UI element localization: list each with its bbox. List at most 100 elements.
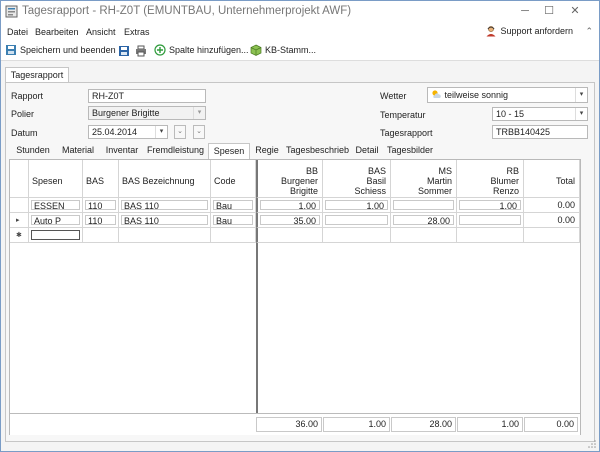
support-agent-icon — [486, 26, 496, 37]
tab-fremdleistung[interactable]: Fremdleistung — [147, 143, 204, 158]
new-row-cell[interactable] — [119, 228, 211, 243]
datum-field[interactable]: 25.04.2014 ▾ — [88, 125, 168, 139]
datum-next-button[interactable]: ⌄ — [193, 125, 205, 139]
wetter-label: Wetter — [380, 91, 407, 101]
table-cell[interactable]: BAS 110 — [119, 213, 211, 228]
support-request-button[interactable]: Support anfordern — [485, 25, 573, 37]
tab-material[interactable]: Material — [58, 143, 98, 158]
new-row-cell[interactable] — [391, 228, 457, 243]
row-indicator[interactable] — [10, 198, 29, 213]
kb-stamm-label: KB-Stamm... — [265, 45, 317, 55]
col-header-bb-line2: Burgener — [280, 176, 318, 186]
menu-datei[interactable]: Datei — [7, 27, 28, 37]
col-header-bas[interactable]: BAS — [83, 160, 119, 198]
table-cell[interactable]: 1.00 — [323, 198, 391, 213]
close-button[interactable]: ✕ — [567, 4, 583, 18]
table-cell[interactable]: Bau — [211, 213, 256, 228]
spesen-grid: Spesen BAS BAS Bezeichnung Code BB Burge… — [9, 159, 581, 435]
maximize-button[interactable]: ☐ — [541, 4, 557, 18]
total-ms: 28.00 — [391, 417, 456, 432]
new-row-spesen-input[interactable] — [29, 228, 83, 243]
tab-stunden[interactable]: Stunden — [13, 143, 53, 158]
new-row-cell[interactable] — [457, 228, 524, 243]
datum-next-icon: ⌄ — [196, 128, 202, 135]
table-cell[interactable] — [457, 213, 524, 228]
minimize-button[interactable]: ─ — [517, 4, 533, 18]
polier-select[interactable]: Burgener Brigitte ▾ — [88, 106, 206, 120]
save-and-close-button[interactable]: Speichern und beenden — [5, 44, 116, 56]
menu-extras[interactable]: Extras — [124, 27, 150, 37]
row-indicator[interactable]: ▸ — [10, 213, 29, 228]
resize-grip-icon[interactable] — [588, 440, 596, 448]
polier-dropdown-icon[interactable]: ▾ — [193, 107, 205, 119]
tagesrapport-field[interactable]: TRBB140425 — [492, 125, 588, 139]
table-cell[interactable]: BAS 110 — [119, 198, 211, 213]
col-header-code[interactable]: Code — [211, 160, 256, 198]
collapse-ribbon-icon[interactable]: ⌃ — [585, 26, 593, 37]
total-total: 0.00 — [524, 417, 578, 432]
col-header-rb-line3: Renzo — [492, 186, 519, 196]
table-cell[interactable]: ESSEN — [29, 198, 83, 213]
new-row-cell[interactable] — [524, 228, 580, 243]
row-indicator-header — [10, 160, 29, 198]
save-icon[interactable] — [118, 45, 130, 57]
temperatur-select[interactable]: 10 - 15 ▾ — [492, 107, 588, 121]
col-header-bas2[interactable]: BAS Basil Schiess — [323, 160, 391, 198]
table-cell[interactable]: Auto P — [29, 213, 83, 228]
table-cell[interactable] — [391, 198, 457, 213]
total-bas2: 1.00 — [323, 417, 390, 432]
new-row-cell[interactable] — [323, 228, 391, 243]
tab-regie[interactable]: Regie — [253, 143, 281, 158]
menu-bar: Datei Bearbeiten Ansicht Extras Support … — [1, 23, 599, 41]
col-header-bas2-line3: Schiess — [354, 186, 386, 196]
table-cell[interactable]: Bau — [211, 198, 256, 213]
tagesrapport-label: Tagesrapport — [380, 128, 433, 138]
new-row-cell[interactable] — [211, 228, 256, 243]
new-row-indicator[interactable]: ✱ — [10, 228, 29, 243]
wetter-select[interactable]: teilweise sonnig ▾ — [427, 87, 588, 103]
tab-tagesbeschrieb[interactable]: Tagesbeschrieb — [286, 143, 349, 158]
table-cell[interactable]: 35.00 — [256, 213, 323, 228]
menu-bearbeiten[interactable]: Bearbeiten — [35, 27, 79, 37]
table-cell[interactable]: 1.00 — [256, 198, 323, 213]
temperatur-value: 10 - 15 — [496, 109, 525, 119]
toolbar: Speichern und beenden Spalte hinzufügen.… — [1, 41, 599, 61]
col-header-ms[interactable]: MS Martin Sommer — [391, 160, 457, 198]
datum-prev-icon: ⌄ — [177, 128, 183, 135]
col-header-ms-line2: Martin — [426, 176, 452, 186]
menu-ansicht[interactable]: Ansicht — [86, 27, 116, 37]
col-header-total[interactable]: Total — [524, 160, 580, 198]
add-icon — [154, 44, 166, 56]
print-icon[interactable] — [135, 45, 147, 57]
datum-dropdown-icon[interactable]: ▾ — [155, 126, 167, 138]
datum-value: 25.04.2014 — [92, 127, 138, 137]
polier-label: Polier — [11, 109, 35, 119]
tab-detail[interactable]: Detail — [352, 143, 382, 158]
col-header-bb[interactable]: BB Burgener Brigitte — [256, 160, 323, 198]
window-title: Tagesrapport - RH-Z0T (EMUNTBAU, Unterne… — [22, 5, 352, 17]
tab-inventar[interactable]: Inventar — [102, 143, 142, 158]
cube-icon — [250, 44, 262, 56]
rapport-field[interactable]: RH-Z0T — [88, 89, 206, 103]
save-close-label: Speichern und beenden — [20, 45, 116, 55]
temperatur-dropdown-icon[interactable]: ▾ — [575, 108, 587, 120]
temperatur-label: Temperatur — [380, 110, 426, 120]
table-cell[interactable] — [323, 213, 391, 228]
col-header-bas-bezeichnung[interactable]: BAS Bezeichnung — [119, 160, 211, 198]
kb-stamm-button[interactable]: KB-Stamm... — [250, 44, 316, 56]
new-row-cell[interactable] — [83, 228, 119, 243]
tab-spesen[interactable]: Spesen — [208, 143, 250, 159]
table-cell[interactable]: 110 — [83, 198, 119, 213]
col-header-spesen[interactable]: Spesen — [29, 160, 83, 198]
table-cell[interactable]: 28.00 — [391, 213, 457, 228]
rapport-label: Rapport — [11, 91, 44, 101]
new-row-cell[interactable] — [256, 228, 323, 243]
wetter-dropdown-icon[interactable]: ▾ — [575, 88, 587, 102]
col-header-rb[interactable]: RB Blumer Renzo — [457, 160, 524, 198]
table-cell[interactable]: 1.00 — [457, 198, 524, 213]
datum-prev-button[interactable]: ⌄ — [174, 125, 186, 139]
tab-tagesbilder[interactable]: Tagesbilder — [386, 143, 434, 158]
tab-tagesrapport[interactable]: Tagesrapport — [5, 67, 69, 83]
add-column-button[interactable]: Spalte hinzufügen... — [154, 44, 249, 56]
table-cell[interactable]: 110 — [83, 213, 119, 228]
